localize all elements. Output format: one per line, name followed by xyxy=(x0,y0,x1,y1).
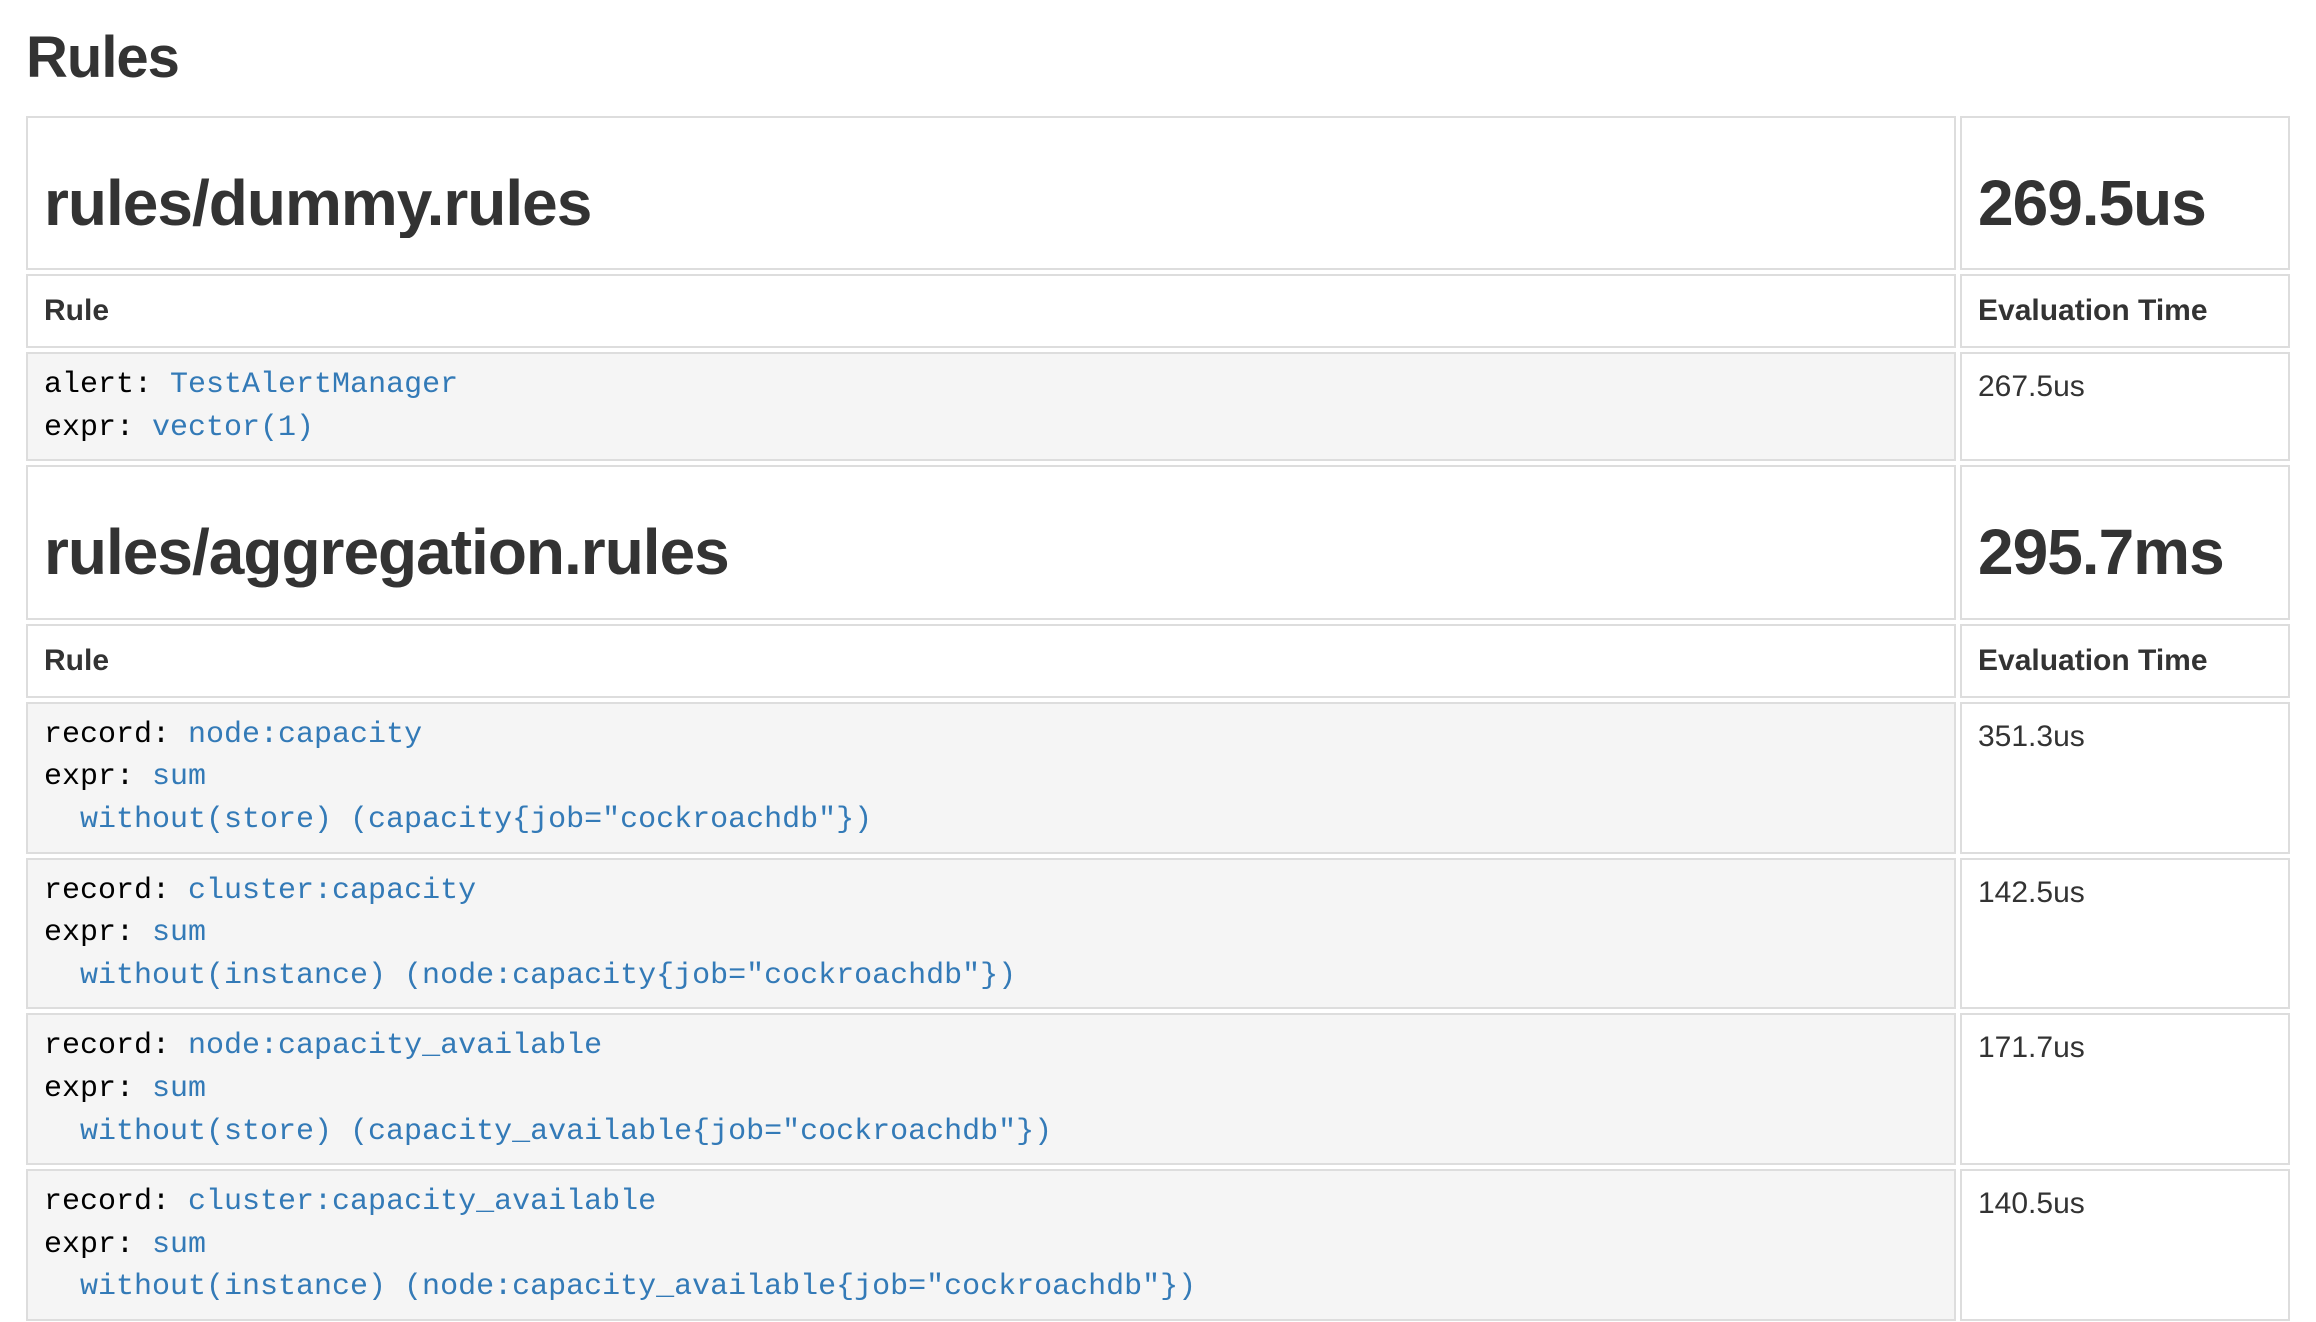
rule-cell: record: cluster:capacity_available expr:… xyxy=(26,1169,1956,1321)
rule-group-total-eval-time: 269.5us xyxy=(1978,168,2272,238)
group-header-row: rules/aggregation.rules 295.7ms xyxy=(26,465,2290,619)
rule-cell: record: cluster:capacity expr: sum witho… xyxy=(26,858,1956,1010)
rule-row: alert: TestAlertManager expr: vector(1) … xyxy=(26,352,2290,461)
rule-row: record: cluster:capacity_available expr:… xyxy=(26,1169,2290,1321)
rules-page: Rules rules/dummy.rules 269.5us Rule Eva… xyxy=(0,0,2316,1322)
rule-link[interactable]: node:capacity xyxy=(188,718,422,752)
code-label: expr: xyxy=(44,411,152,445)
rule-group: rules/dummy.rules 269.5us Rule Evaluatio… xyxy=(26,116,2290,462)
rule-eval-time: 351.3us xyxy=(1960,702,2290,854)
code-label: expr: xyxy=(44,916,152,950)
group-header-row: rules/dummy.rules 269.5us xyxy=(26,116,2290,270)
column-header-row: Rule Evaluation Time xyxy=(26,624,2290,698)
code-label: expr: xyxy=(44,760,152,794)
page-title: Rules xyxy=(26,26,2294,90)
group-total-time-cell: 269.5us xyxy=(1960,116,2290,270)
rule-link[interactable]: sum xyxy=(152,1228,206,1262)
code-label: record: xyxy=(44,1185,188,1219)
code-label: record: xyxy=(44,874,188,908)
rule-cell: record: node:capacity expr: sum without(… xyxy=(26,702,1956,854)
code-label: alert: xyxy=(44,368,170,402)
column-header-rule: Rule xyxy=(26,274,1956,348)
column-header-evaluation-time: Evaluation Time xyxy=(1960,274,2290,348)
rule-code: record: node:capacity expr: sum without(… xyxy=(44,714,1938,842)
rule-eval-time: 171.7us xyxy=(1960,1013,2290,1165)
code-label: record: xyxy=(44,718,188,752)
code-label: expr: xyxy=(44,1072,152,1106)
rule-link[interactable]: node:capacity_available xyxy=(188,1029,602,1063)
rule-code: record: node:capacity_available expr: su… xyxy=(44,1025,1938,1153)
rule-link[interactable]: sum xyxy=(152,1072,206,1106)
rules-table: rules/dummy.rules 269.5us Rule Evaluatio… xyxy=(22,112,2294,1322)
rule-link[interactable]: vector(1) xyxy=(152,411,314,445)
rule-row: record: node:capacity_available expr: su… xyxy=(26,1013,2290,1165)
code-label: record: xyxy=(44,1029,188,1063)
group-file-cell: rules/aggregation.rules xyxy=(26,465,1956,619)
column-header-evaluation-time: Evaluation Time xyxy=(1960,624,2290,698)
rule-code: alert: TestAlertManager expr: vector(1) xyxy=(44,364,1938,449)
rule-code: record: cluster:capacity_available expr:… xyxy=(44,1181,1938,1309)
rule-link[interactable]: without(instance) (node:capacity{job="co… xyxy=(44,959,1016,993)
rule-link[interactable]: sum xyxy=(152,916,206,950)
rule-eval-time: 140.5us xyxy=(1960,1169,2290,1321)
rule-cell: record: node:capacity_available expr: su… xyxy=(26,1013,1956,1165)
rule-group-file: rules/aggregation.rules xyxy=(44,517,1938,587)
column-header-row: Rule Evaluation Time xyxy=(26,274,2290,348)
rule-link[interactable]: without(instance) (node:capacity_availab… xyxy=(44,1270,1196,1304)
group-file-cell: rules/dummy.rules xyxy=(26,116,1956,270)
content-container: Rules rules/dummy.rules 269.5us Rule Eva… xyxy=(0,26,2316,1322)
rule-eval-time: 142.5us xyxy=(1960,858,2290,1010)
code-label: expr: xyxy=(44,1228,152,1262)
rule-link[interactable]: cluster:capacity_available xyxy=(188,1185,656,1219)
rule-row: record: cluster:capacity expr: sum witho… xyxy=(26,858,2290,1010)
rule-code: record: cluster:capacity expr: sum witho… xyxy=(44,870,1938,998)
rule-cell: alert: TestAlertManager expr: vector(1) xyxy=(26,352,1956,461)
rule-eval-time: 267.5us xyxy=(1960,352,2290,461)
rule-link[interactable]: without(store) (capacity_available{job="… xyxy=(44,1115,1052,1149)
rule-link[interactable]: cluster:capacity xyxy=(188,874,476,908)
group-total-time-cell: 295.7ms xyxy=(1960,465,2290,619)
rule-link[interactable]: TestAlertManager xyxy=(170,368,458,402)
rule-group: rules/aggregation.rules 295.7ms Rule Eva… xyxy=(26,465,2290,1321)
rule-link[interactable]: without(store) (capacity{job="cockroachd… xyxy=(44,803,872,837)
rule-group-file: rules/dummy.rules xyxy=(44,168,1938,238)
rule-group-total-eval-time: 295.7ms xyxy=(1978,517,2272,587)
rule-link[interactable]: sum xyxy=(152,760,206,794)
column-header-rule: Rule xyxy=(26,624,1956,698)
rule-row: record: node:capacity expr: sum without(… xyxy=(26,702,2290,854)
